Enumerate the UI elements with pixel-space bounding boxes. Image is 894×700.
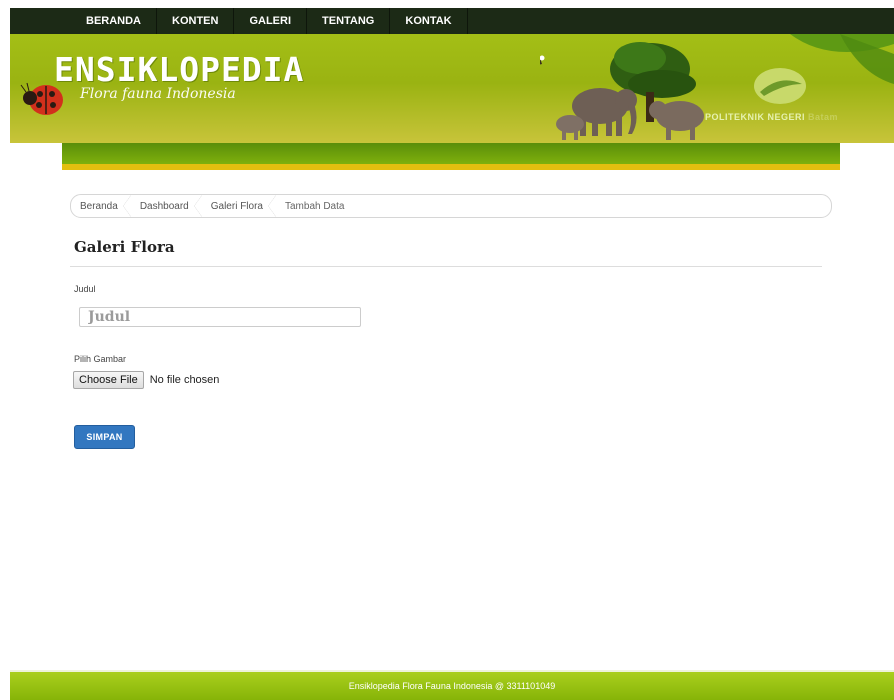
header-green-bar [62, 143, 840, 164]
wildlife-scene [540, 34, 894, 140]
title-divider [70, 266, 822, 267]
file-status-text: No file chosen [149, 374, 220, 386]
elephant-icon [556, 88, 704, 140]
brand-tagline: Flora fauna Indonesia [80, 86, 236, 102]
footer-text: Ensiklopedia Flora Fauna Indonesia @ 331… [348, 681, 556, 691]
nav-item-konten[interactable]: KONTEN [157, 8, 235, 34]
eagle-icon [540, 55, 545, 65]
breadcrumb-galeri-flora[interactable]: Galeri Flora [202, 195, 277, 217]
breadcrumb: Beranda Dashboard Galeri Flora Tambah Da… [70, 194, 832, 218]
breadcrumb-beranda[interactable]: Beranda [71, 195, 131, 217]
nav-item-galeri[interactable]: GALERI [234, 8, 308, 34]
file-picker: Choose File No file chosen [73, 371, 219, 389]
breadcrumb-dashboard[interactable]: Dashboard [131, 195, 202, 217]
choose-file-button[interactable]: Choose File [73, 371, 144, 389]
nav-item-beranda[interactable]: BERANDA [74, 8, 157, 34]
simpan-button[interactable]: SIMPAN [74, 425, 135, 449]
page-title: Galeri Flora [74, 238, 175, 256]
nav-item-tentang[interactable]: TENTANG [307, 8, 391, 34]
judul-label: Judul [74, 284, 96, 294]
pilih-gambar-label: Pilih Gambar [74, 354, 127, 364]
footer: Ensiklopedia Flora Fauna Indonesia @ 331… [10, 672, 894, 700]
header-banner: ENSIKLOPEDIA Flora fauna Indonesia POLIT… [10, 34, 894, 143]
header-gold-bar [62, 164, 840, 170]
polytechnic-logo-icon [754, 68, 806, 104]
breadcrumb-tambah-data: Tambah Data [284, 200, 345, 212]
nav-item-kontak[interactable]: KONTAK [390, 8, 468, 34]
school-name: POLITEKNIK NEGERI Batam [705, 112, 839, 122]
brand-title: ENSIKLOPEDIA [54, 50, 305, 89]
top-navigation: BERANDA KONTEN GALERI TENTANG KONTAK [10, 8, 894, 34]
judul-input[interactable] [79, 307, 361, 327]
